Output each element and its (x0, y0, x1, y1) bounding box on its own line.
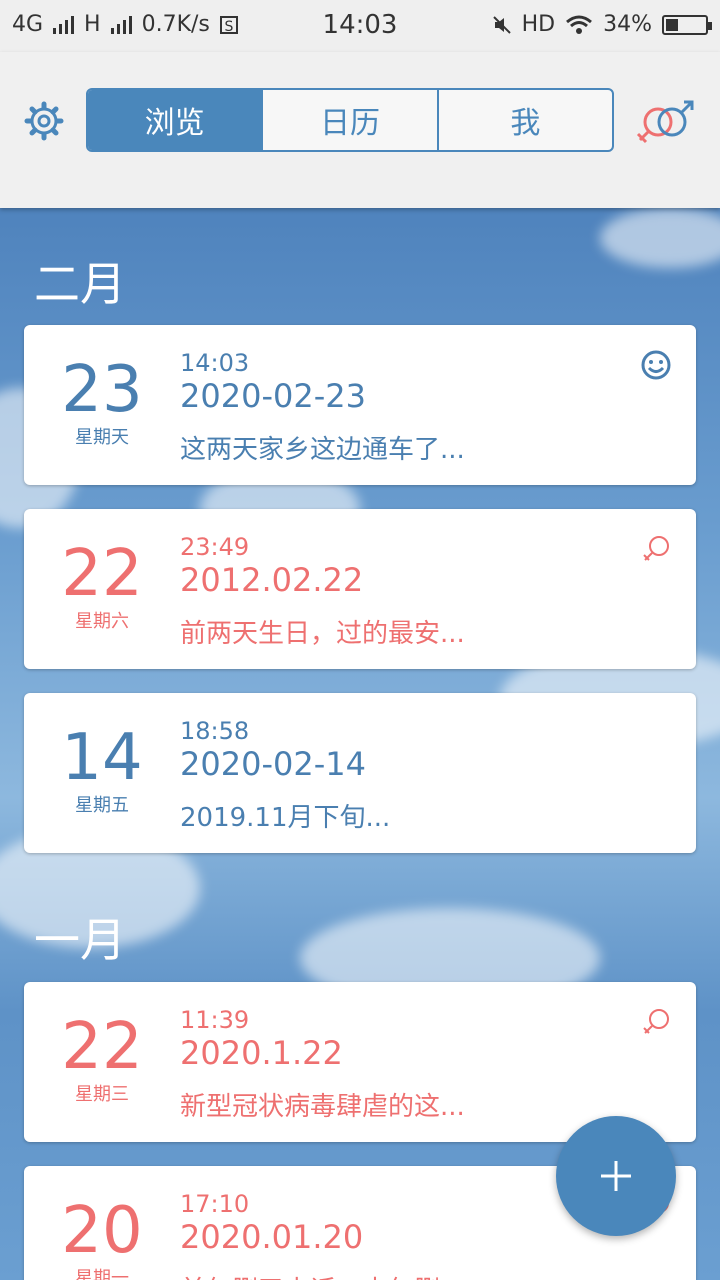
battery-percent: 34% (603, 12, 652, 37)
diary-entry[interactable]: 23 星期天 14:03 2020-02-23 这两天家乡这边通车了... (24, 325, 696, 485)
entry-day: 22 (61, 537, 143, 611)
entry-weekday: 星期天 (75, 427, 129, 448)
entry-time: 18:58 (180, 717, 250, 745)
add-entry-button[interactable] (556, 1116, 676, 1236)
entry-date: 2020-02-14 (180, 745, 366, 783)
entry-weekday: 星期一 (75, 1268, 129, 1280)
entry-weekday: 星期六 (75, 611, 129, 632)
entry-day: 20 (61, 1194, 143, 1268)
female-icon (643, 1009, 669, 1034)
diary-entry[interactable]: 22 星期六 23:49 2012.02.22 前两天生日，过的最安... (24, 509, 696, 669)
entry-time: 14:03 (180, 349, 250, 377)
mute-icon (492, 15, 511, 34)
entry-weekday: 星期五 (75, 795, 129, 816)
entry-time: 17:10 (180, 1190, 250, 1218)
status-bar: 4G H 0.7K/s S 14:03 HD 34% (0, 0, 720, 52)
entry-text: 2019.11月下旬... (180, 803, 391, 833)
entry-weekday: 星期三 (75, 1084, 129, 1105)
tab-me[interactable]: 我 (439, 90, 612, 150)
wifi-icon (566, 15, 593, 34)
entry-text: 前年删了电话，去年删... (180, 1270, 465, 1280)
cloud (600, 208, 720, 268)
entry-text: 新型冠状病毒肆虐的这... (180, 1092, 465, 1122)
entry-text: 前两天生日，过的最安... (180, 619, 465, 649)
entry-date: 2012.02.22 (180, 561, 364, 599)
plus-icon (601, 1161, 631, 1191)
gender-icon[interactable] (634, 98, 698, 146)
entry-date: 2020-02-23 (180, 377, 366, 415)
entry-text: 这两天家乡这边通车了... (180, 435, 465, 465)
battery-icon (662, 14, 712, 35)
entry-day: 14 (61, 721, 143, 795)
tab-calendar[interactable]: 日历 (263, 90, 439, 150)
hd-label: HD (521, 12, 556, 37)
top-bar: 浏览 日历 我 (0, 52, 720, 208)
diary-entry[interactable]: 22 星期三 11:39 2020.1.22 新型冠状病毒肆虐的这... (24, 982, 696, 1142)
smiley-icon (641, 350, 671, 380)
entry-time: 23:49 (180, 533, 250, 561)
gear-icon[interactable] (24, 101, 64, 141)
entry-date: 2020.1.22 (180, 1034, 343, 1072)
entry-day: 23 (61, 353, 143, 427)
status-right: HD 34% (492, 12, 712, 37)
month-header: 一月 (34, 913, 126, 967)
entry-day: 22 (61, 1010, 143, 1084)
diary-entry[interactable]: 14 星期五 18:58 2020-02-14 2019.11月下旬... (24, 693, 696, 853)
tab-browse[interactable]: 浏览 (88, 90, 264, 150)
month-header: 二月 (34, 257, 126, 311)
entry-time: 11:39 (180, 1006, 250, 1034)
tab-bar: 浏览 日历 我 (86, 88, 614, 152)
female-icon (643, 536, 669, 561)
entry-date: 2020.01.20 (180, 1218, 364, 1256)
